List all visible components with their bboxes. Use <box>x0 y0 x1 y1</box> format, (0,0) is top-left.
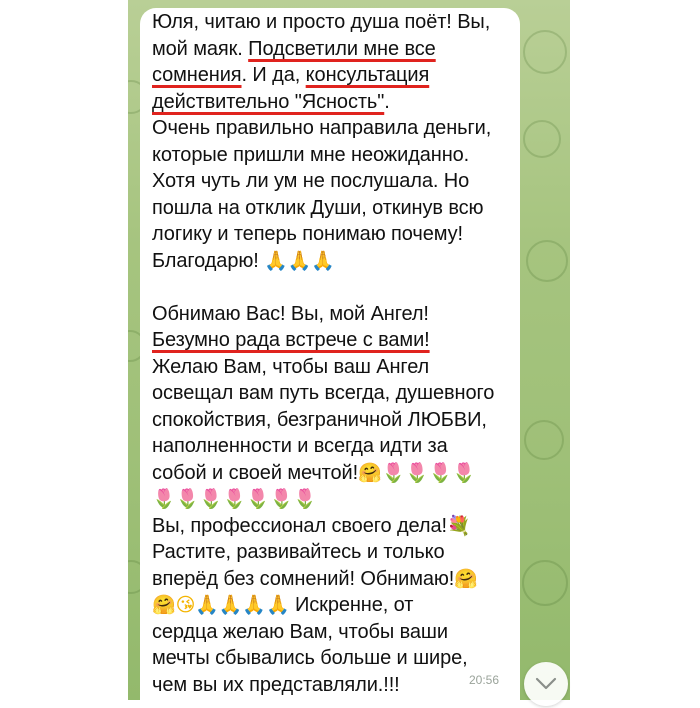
tulip-emoji: 🌷 <box>293 488 317 510</box>
tulip-emoji: 🌷 <box>175 488 200 510</box>
pray-emoji: 🙏 <box>264 249 288 272</box>
background-doodle <box>526 240 568 282</box>
pray-emoji: 🙏 <box>287 249 312 272</box>
tulip-emoji: 🌷 <box>269 488 294 510</box>
message-text-fragment: Хотя чуть ли ум не послушала. Но <box>152 170 470 192</box>
message-line: вперёд без сомнений! Обнимаю!🤗 <box>152 566 512 593</box>
message-text-fragment: пошла на отклик Души, откинув всю <box>152 196 484 219</box>
message-line: мечты сбывались больше и шире, <box>152 645 512 672</box>
message-text-fragment: сердца желаю Вам, чтобы ваши <box>152 620 448 643</box>
pray-emoji: 🙏 <box>265 594 290 616</box>
tulip-emoji: 🌷 <box>405 461 429 484</box>
message-line: Благодарю! 🙏🙏🙏 <box>152 248 512 275</box>
tulip-emoji: 🌷 <box>199 488 223 510</box>
message-line: 🤗😘🙏🙏🙏🙏 Искренне, от <box>152 592 512 619</box>
message-text-fragment: мечты сбывались больше и шире, <box>152 647 468 669</box>
hug-emoji: 🤗 <box>358 461 382 484</box>
message-line: Вы, профессионал своего дела!💐 <box>152 513 512 540</box>
message-line: чем вы их представляли.!!! <box>152 672 512 699</box>
highlighted-phrase: действительно "Ясность" <box>152 90 385 113</box>
message-line: сомнения. И да, консультация <box>152 62 512 89</box>
message-text-fragment: Растите, развивайтесь и только <box>152 541 445 563</box>
chevron-down-icon <box>535 677 557 690</box>
pray-emoji: 🙏 <box>218 594 243 616</box>
message-text-fragment: спокойствия, безграничной ЛЮБВИ, <box>152 408 487 431</box>
message-text-fragment <box>152 274 512 301</box>
message-line: освещал вам путь всегда, душевного <box>152 380 512 407</box>
message-text-fragment: освещал вам путь всегда, душевного <box>152 382 495 404</box>
highlighted-phrase: сомнения <box>152 64 242 86</box>
message-line: Очень правильно направила деньги, <box>152 115 512 142</box>
message-line: пошла на отклик Души, откинув всю <box>152 195 512 222</box>
background-doodle <box>523 120 561 158</box>
hug-emoji: 🤗 <box>454 567 478 590</box>
message-line: логику и теперь понимаю почему! <box>152 221 512 248</box>
message-text-fragment: Обнимаю Вас! Вы, мой Ангел! <box>152 302 429 325</box>
highlighted-phrase: Подсветили мне все <box>248 37 436 60</box>
background-doodle <box>524 420 564 460</box>
tulip-emoji: 🌷 <box>452 461 476 484</box>
message-timestamp: 20:56 <box>469 673 500 687</box>
message-text-fragment: Искренне, от <box>289 594 414 616</box>
message-line: мой маяк. Подсветили мне все <box>152 36 512 63</box>
message-line: собой и своей мечтой!🤗🌷🌷🌷🌷 <box>152 460 512 487</box>
message-line: Безумно рада встрече с вами! <box>152 327 512 354</box>
message-text-fragment: Вы, профессионал своего дела! <box>152 514 447 537</box>
kiss-emoji: 😘 <box>175 594 196 616</box>
bouquet-emoji: 💐 <box>446 514 471 537</box>
message-text-fragment: вперёд без сомнений! Обнимаю! <box>152 567 455 590</box>
message-line: действительно "Ясность". <box>152 89 512 116</box>
message-text-fragment: Юля, читаю и просто душа поёт! Вы, <box>152 11 491 33</box>
message-line: Желаю Вам, чтобы ваш Ангел <box>152 354 512 381</box>
message-line: спокойствия, безграничной ЛЮБВИ, <box>152 407 512 434</box>
message-text-fragment: Очень правильно направила деньги, <box>152 117 492 139</box>
message-text: Юля, читаю и просто душа поёт! Вы, мой м… <box>152 9 512 698</box>
tulip-emoji: 🌷 <box>428 461 453 484</box>
message-line: 🌷🌷🌷🌷🌷🌷🌷 <box>152 486 512 513</box>
message-text-fragment: Благодарю! <box>152 249 265 272</box>
message-text-fragment: Желаю Вам, чтобы ваш Ангел <box>152 355 430 378</box>
message-line: Растите, развивайтесь и только <box>152 539 512 566</box>
hug-emoji: 🤗 <box>152 594 176 616</box>
message-line: которые пришли мне неожиданно. <box>152 142 512 169</box>
pray-emoji: 🙏 <box>195 594 219 616</box>
tulip-emoji: 🌷 <box>381 461 406 484</box>
highlighted-phrase: консультация <box>305 64 430 86</box>
message-text-fragment: собой и своей мечтой! <box>152 461 359 484</box>
message-text-fragment: которые пришли мне неожиданно. <box>152 143 470 166</box>
highlighted-phrase: Безумно рада встрече с вами! <box>152 329 430 351</box>
message-text-fragment: . <box>384 90 390 113</box>
tulip-emoji: 🌷 <box>152 488 176 510</box>
message-text-fragment: логику и теперь понимаю почему! <box>152 223 463 245</box>
background-doodle <box>523 30 567 74</box>
message-line: Обнимаю Вас! Вы, мой Ангел! <box>152 301 512 328</box>
message-text-fragment: чем вы их представляли.!!! <box>152 673 400 696</box>
message-text-fragment: . И да, <box>241 64 306 86</box>
scroll-down-button[interactable] <box>524 662 568 706</box>
pray-emoji: 🙏 <box>311 249 335 272</box>
tulip-emoji: 🌷 <box>222 488 247 510</box>
message-line: Хотя чуть ли ум не послушала. Но <box>152 168 512 195</box>
background-doodle <box>522 560 568 606</box>
message-text-fragment: наполненности и всегда идти за <box>152 435 448 457</box>
message-line: наполненности и всегда идти за <box>152 433 512 460</box>
tulip-emoji: 🌷 <box>246 488 270 510</box>
message-line: Юля, читаю и просто душа поёт! Вы, <box>152 9 512 36</box>
pray-emoji: 🙏 <box>242 594 266 616</box>
message-text-fragment: мой маяк. <box>152 37 249 60</box>
message-line: сердца желаю Вам, чтобы ваши <box>152 619 512 646</box>
